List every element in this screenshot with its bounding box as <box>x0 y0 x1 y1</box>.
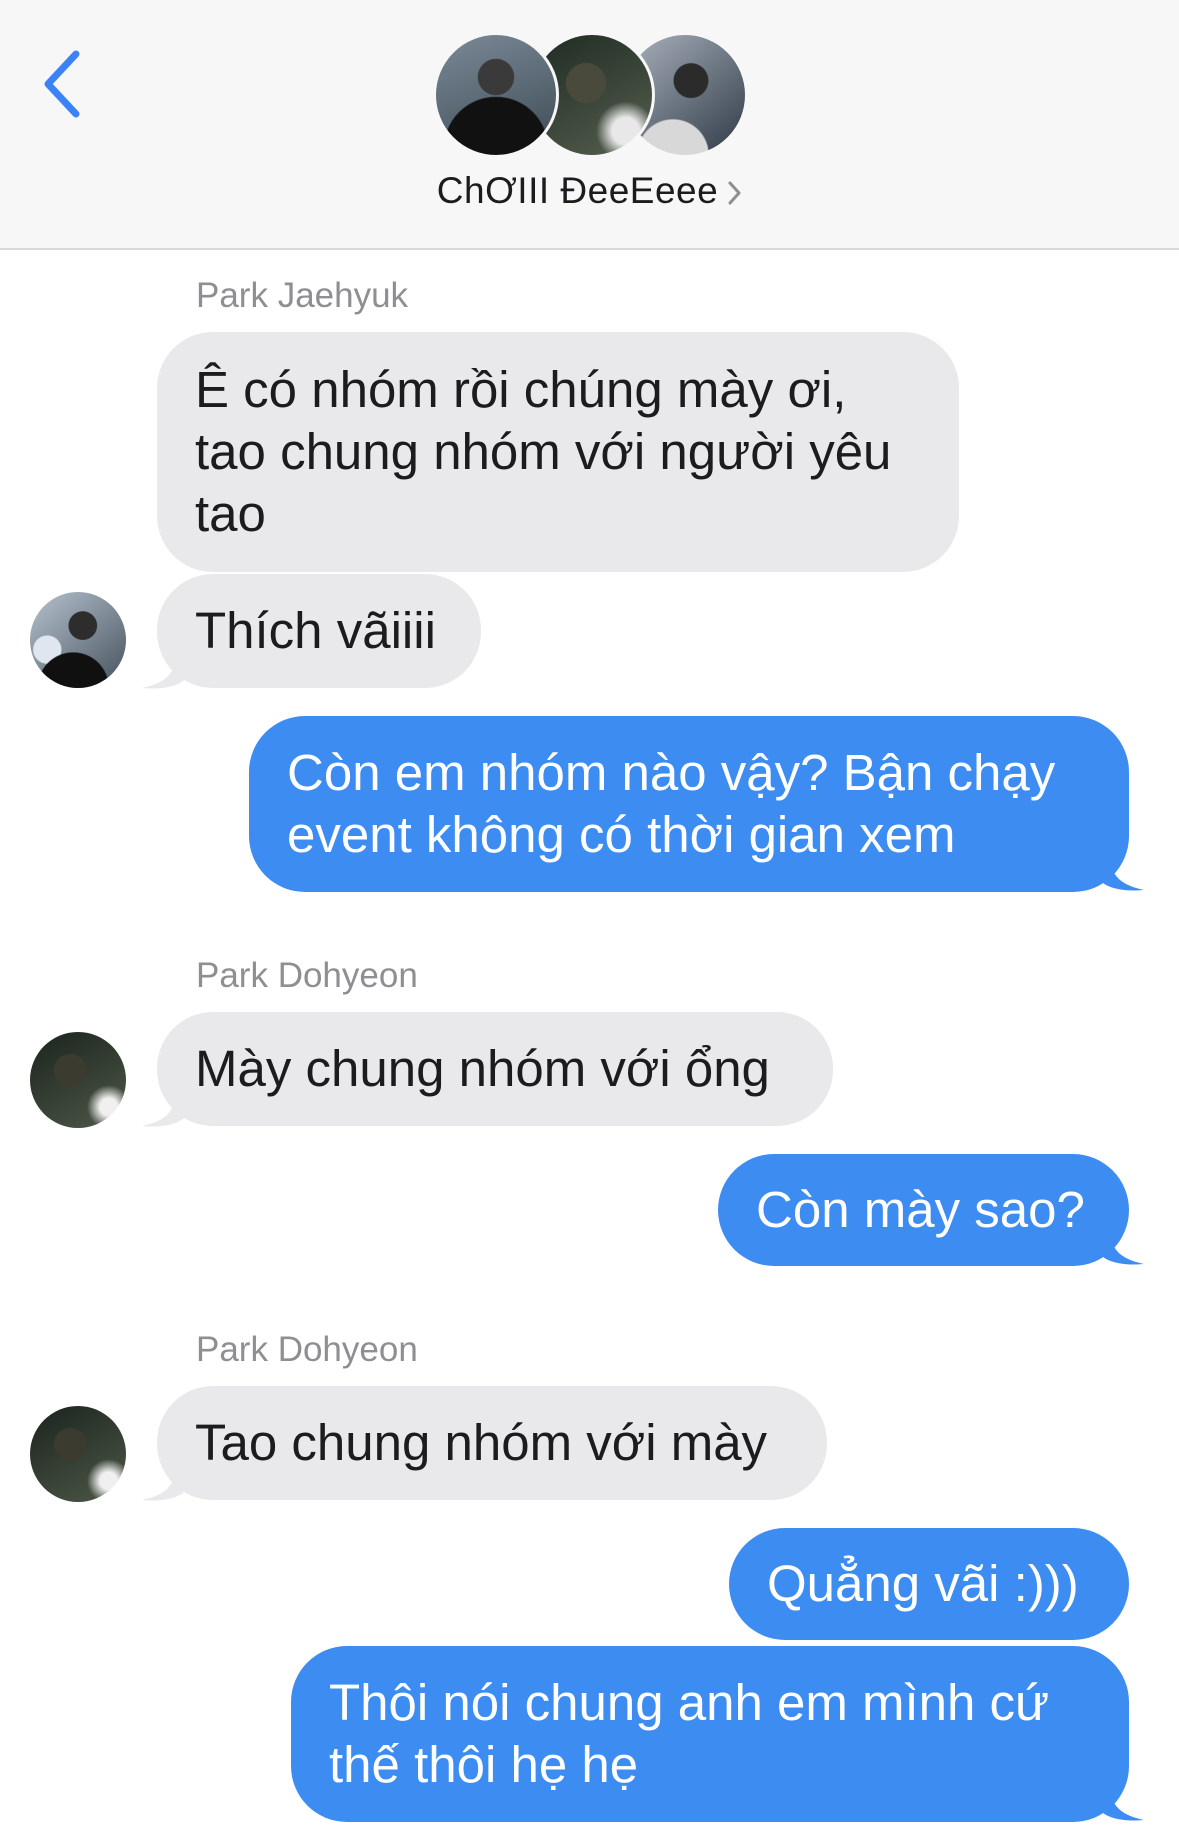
message-bubble-sent[interactable]: Quẳng vãi :))) <box>729 1528 1129 1640</box>
sender-name: Park Dohyeon <box>196 1330 418 1369</box>
message-bubble-sent[interactable]: Thôi nói chung anh em mình cứ thế thôi h… <box>291 1646 1129 1822</box>
message-bubble-sent[interactable]: Còn em nhóm nào vậy? Bận chạy event khôn… <box>249 716 1129 892</box>
group-title[interactable]: ChƠIII ĐeeEeee <box>0 170 1179 212</box>
message-text: Mày chung nhóm với ổng <box>195 1040 770 1097</box>
group-name: ChƠIII ĐeeEeee <box>436 170 719 211</box>
bubble-tail-received <box>142 1088 184 1127</box>
bubble-tail-sent <box>1102 852 1144 891</box>
bubble-tail-sent <box>1102 1226 1144 1265</box>
message-text: Còn mày sao? <box>756 1181 1085 1238</box>
message-text: Thôi nói chung anh em mình cứ thế thôi h… <box>329 1674 1050 1793</box>
message-bubble-sent[interactable]: Còn mày sao? <box>718 1154 1129 1266</box>
avatar-park-dohyeon[interactable] <box>30 1032 126 1128</box>
sender-name: Park Jaehyuk <box>196 276 409 315</box>
avatar-park-jaehyuk[interactable] <box>30 592 126 688</box>
sender-name: Park Dohyeon <box>196 956 418 995</box>
message-bubble-received[interactable]: Thích vãiiii <box>157 574 481 688</box>
avatar-park-dohyeon[interactable] <box>30 1406 126 1502</box>
chat-header: ChƠIII ĐeeEeee <box>0 0 1179 250</box>
message-bubble-received[interactable]: Tao chung nhóm với mày <box>157 1386 827 1500</box>
message-text: Tao chung nhóm với mày <box>195 1414 768 1471</box>
message-bubble-received[interactable]: Mày chung nhóm với ổng <box>157 1012 833 1126</box>
chevron-right-icon <box>728 181 741 205</box>
group-avatars[interactable] <box>433 32 748 158</box>
group-member-1-avatar <box>433 32 559 158</box>
message-text: Ê có nhóm rồi chúng mày ơi, tao chung nh… <box>195 361 892 542</box>
back-chevron-icon[interactable] <box>40 48 84 120</box>
message-text: Còn em nhóm nào vậy? Bận chạy event khôn… <box>287 744 1056 863</box>
bubble-tail-received <box>142 650 184 689</box>
bubble-tail-received <box>142 1462 184 1501</box>
message-bubble-received[interactable]: Ê có nhóm rồi chúng mày ơi, tao chung nh… <box>157 332 959 572</box>
bubble-tail-sent <box>1102 1782 1144 1821</box>
message-text: Thích vãiiii <box>195 602 436 659</box>
message-text: Quẳng vãi :))) <box>767 1555 1079 1612</box>
